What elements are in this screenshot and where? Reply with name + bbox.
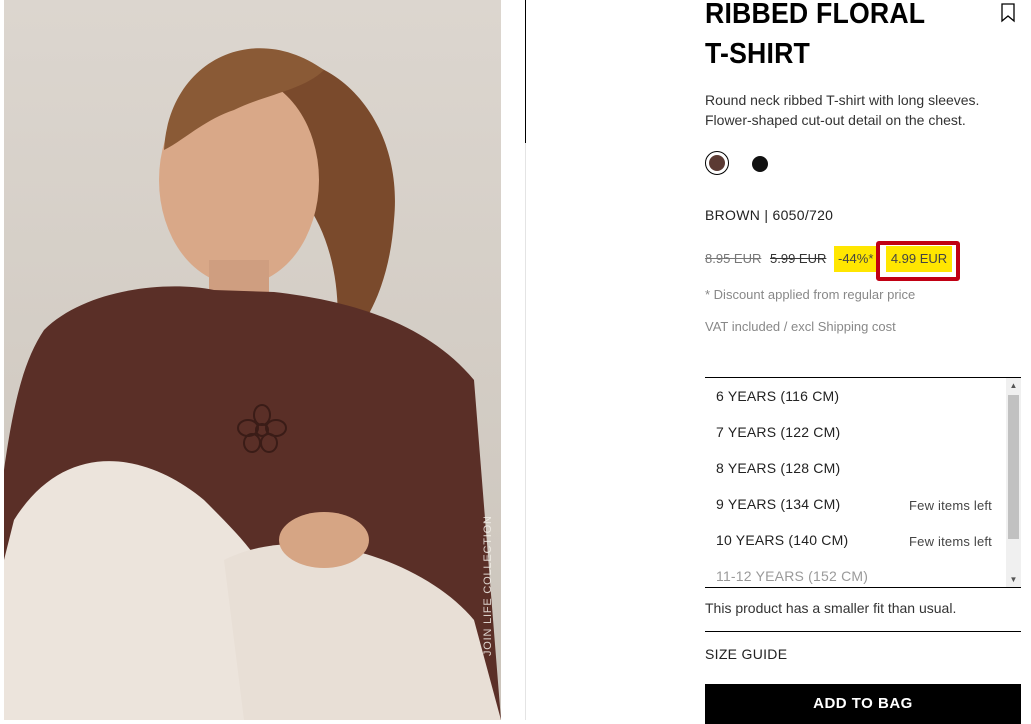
size-label: 11-12 YEARS (152 CM): [716, 568, 869, 584]
size-label: 10 YEARS (140 CM): [716, 532, 849, 548]
color-swatch-black[interactable]: [752, 156, 768, 172]
stock-status: Few items left: [909, 498, 992, 513]
price-previous: 5.99 EUR: [770, 251, 827, 266]
scrollbar-thumb[interactable]: [1008, 395, 1019, 539]
size-label: 7 YEARS (122 CM): [716, 424, 841, 440]
size-option[interactable]: 9 YEARS (134 CM) Few items left: [716, 493, 1006, 517]
vertical-caption: JOIN LIFE COLLECTION: [482, 515, 494, 656]
size-option[interactable]: 6 YEARS (116 CM): [716, 385, 1006, 409]
bookmark-icon[interactable]: [1000, 3, 1016, 23]
size-label: 8 YEARS (128 CM): [716, 460, 841, 476]
add-to-bag-button[interactable]: ADD TO BAG: [705, 684, 1021, 724]
size-option[interactable]: 10 YEARS (140 CM) Few items left: [716, 529, 1006, 553]
size-guide-link[interactable]: SIZE GUIDE: [705, 646, 787, 662]
size-list[interactable]: 6 YEARS (116 CM) 7 YEARS (122 CM) 8 YEAR…: [705, 377, 1021, 588]
size-option[interactable]: 7 YEARS (122 CM): [716, 421, 1006, 445]
scroll-down-icon[interactable]: ▼: [1006, 572, 1021, 587]
price-original: 8.95 EUR: [705, 251, 762, 266]
size-label: 6 YEARS (116 CM): [716, 388, 840, 404]
scrollbar[interactable]: ▲ ▼: [1006, 378, 1021, 587]
discount-note: * Discount applied from regular price: [705, 287, 916, 302]
color-reference: BROWN | 6050/720: [705, 207, 834, 223]
color-swatch-brown[interactable]: [705, 151, 729, 175]
section-divider: [705, 631, 1021, 632]
divider-line: [525, 0, 526, 143]
product-photo-illustration: [4, 0, 501, 720]
size-option[interactable]: 8 YEARS (128 CM): [716, 457, 1006, 481]
fit-note: This product has a smaller fit than usua…: [705, 600, 957, 616]
product-image[interactable]: JOIN LIFE COLLECTION: [4, 0, 501, 720]
product-description: Round neck ribbed T-shirt with long slee…: [705, 92, 980, 128]
vat-note: VAT included / excl Shipping cost: [705, 319, 896, 334]
stock-status: Few items left: [909, 534, 992, 549]
scroll-up-icon[interactable]: ▲: [1006, 378, 1021, 393]
discount-badge: -44%*: [834, 246, 878, 272]
annotation-highlight-box: [876, 241, 960, 281]
size-option[interactable]: 11-12 YEARS (152 CM): [716, 565, 1006, 587]
product-title: RIBBED FLORAL T-SHIRT: [705, 0, 925, 70]
divider-line-light: [525, 143, 526, 720]
size-label: 9 YEARS (134 CM): [716, 496, 841, 512]
